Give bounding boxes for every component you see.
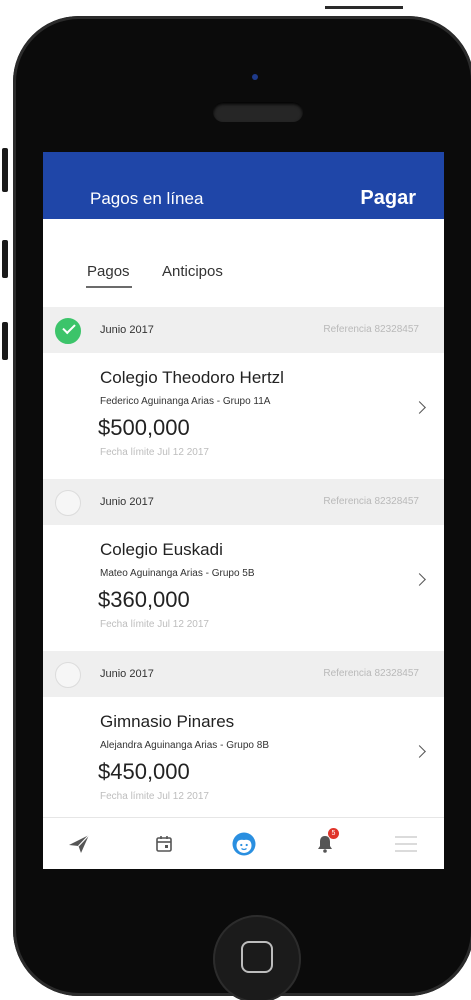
- bottom-tab-bar: 5: [43, 817, 444, 869]
- student-name: Alejandra Aguinanga Arias - Grupo 8B: [100, 740, 269, 751]
- due-date: Fecha límite Jul 12 2017: [100, 447, 209, 458]
- school-name: Colegio Theodoro Hertzl: [100, 368, 284, 387]
- mute-switch: [2, 148, 8, 192]
- send-tab[interactable]: [65, 830, 93, 858]
- chevron-right-icon: [413, 573, 426, 586]
- payment-month: Junio 2017: [100, 324, 154, 336]
- calendar-icon: [156, 836, 172, 852]
- payment-amount: $450,000: [98, 759, 190, 784]
- payment-month: Junio 2017: [100, 496, 154, 508]
- send-icon: [69, 834, 90, 853]
- school-name: Colegio Euskadi: [100, 540, 223, 559]
- home-button[interactable]: [213, 915, 301, 1000]
- payment-card[interactable]: Colegio Theodoro Hertzl Federico Aguinan…: [43, 353, 444, 479]
- select-payment-checkbox[interactable]: [55, 318, 81, 344]
- menu-tab[interactable]: [392, 830, 420, 858]
- front-camera: [252, 74, 258, 80]
- child-face-icon: [232, 832, 256, 856]
- check-icon: [62, 320, 76, 335]
- payment-reference: Referencia 82328457: [323, 668, 419, 679]
- tab-anticipos[interactable]: Anticipos: [162, 263, 223, 280]
- tab-bar-top: Pagos Anticipos: [43, 219, 444, 307]
- payment-section-header: Junio 2017 Referencia 82328457: [43, 479, 444, 525]
- app-screen: Pagos en línea Pagar Pagos Anticipos Jun…: [43, 152, 444, 869]
- payment-section-header: Junio 2017 Referencia 82328457: [43, 307, 444, 353]
- app-header: Pagos en línea Pagar: [43, 152, 444, 219]
- pay-button[interactable]: Pagar: [360, 187, 416, 210]
- volume-up-button: [2, 240, 8, 278]
- student-name: Federico Aguinanga Arias - Grupo 11A: [100, 396, 271, 407]
- tab-pagos[interactable]: Pagos: [87, 263, 130, 280]
- menu-icon: [395, 836, 417, 852]
- payment-amount: $360,000: [98, 587, 190, 612]
- due-date: Fecha límite Jul 12 2017: [100, 619, 209, 630]
- payment-card[interactable]: Gimnasio Pinares Alejandra Aguinanga Ari…: [43, 697, 444, 823]
- notification-badge: 5: [328, 828, 339, 839]
- payment-section-header: Junio 2017 Referencia 82328457: [43, 651, 444, 697]
- select-payment-checkbox[interactable]: [55, 662, 81, 688]
- student-name: Mateo Aguinanga Arias - Grupo 5B: [100, 568, 255, 579]
- earpiece-speaker: [213, 102, 303, 122]
- children-tab[interactable]: [230, 830, 258, 858]
- active-tab-indicator: [86, 286, 132, 288]
- notifications-tab[interactable]: 5: [311, 828, 339, 858]
- chevron-right-icon: [413, 401, 426, 414]
- due-date: Fecha límite Jul 12 2017: [100, 791, 209, 802]
- top-divider: [325, 6, 403, 9]
- payment-reference: Referencia 82328457: [323, 496, 419, 507]
- payment-card[interactable]: Colegio Euskadi Mateo Aguinanga Arias - …: [43, 525, 444, 651]
- payment-reference: Referencia 82328457: [323, 324, 419, 335]
- chevron-right-icon: [413, 745, 426, 758]
- payment-month: Junio 2017: [100, 668, 154, 680]
- calendar-tab[interactable]: [150, 830, 178, 858]
- volume-down-button: [2, 322, 8, 360]
- school-name: Gimnasio Pinares: [100, 712, 235, 731]
- page-title: Pagos en línea: [90, 189, 204, 208]
- payment-amount: $500,000: [98, 415, 190, 440]
- select-payment-checkbox[interactable]: [55, 490, 81, 516]
